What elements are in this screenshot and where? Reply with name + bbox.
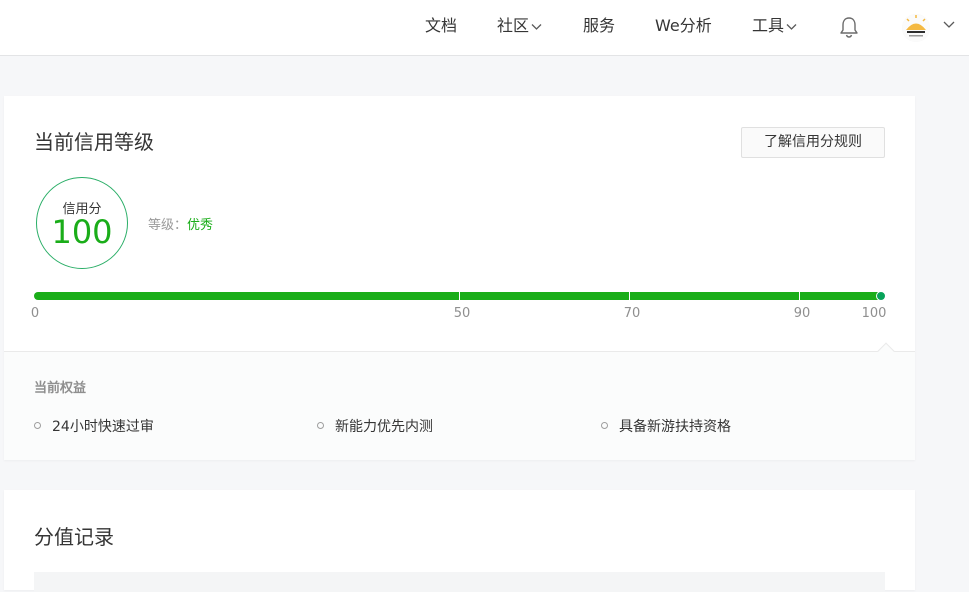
- circle-bullet-icon: [34, 422, 41, 429]
- progress-tick-0: 0: [30, 306, 40, 321]
- benefit-item: 24小时快速过审: [34, 418, 154, 436]
- credit-level-title: 当前信用等级: [34, 130, 154, 154]
- credit-score-value: 100: [51, 213, 113, 251]
- credit-rules-button[interactable]: 了解信用分规则: [741, 127, 885, 158]
- benefits-panel: 当前权益 24小时快速过审 新能力优先内测 具备新游扶持资格: [4, 342, 915, 460]
- nav-docs[interactable]: 文档: [425, 16, 457, 36]
- nav-community-label: 社区: [497, 16, 530, 35]
- credit-level-value: 优秀: [187, 218, 214, 233]
- circle-bullet-icon: [601, 422, 608, 429]
- avatar-image: [902, 14, 930, 42]
- progress-separator: [799, 292, 800, 300]
- nav-we-analytics-label: We分析: [655, 16, 712, 35]
- credit-level-card: 当前信用等级 了解信用分规则 信用分 100 等级：优秀 0 50 70 90 …: [4, 96, 915, 460]
- records-table-header: [34, 572, 885, 592]
- avatar[interactable]: [902, 14, 930, 42]
- credit-level-label: 等级：: [148, 218, 188, 233]
- nav-tools[interactable]: 工具: [752, 16, 797, 36]
- benefits-title: 当前权益: [34, 381, 87, 396]
- credit-score-circle: 信用分 100: [36, 177, 128, 269]
- nav-services-label: 服务: [583, 16, 616, 35]
- benefit-item: 具备新游扶持资格: [601, 418, 731, 436]
- benefits-pointer: [877, 342, 895, 360]
- benefit-item-label: 24小时快速过审: [52, 419, 154, 435]
- score-records-title: 分值记录: [34, 525, 114, 549]
- progress-knob: [876, 291, 886, 301]
- score-records-card: 分值记录: [4, 490, 915, 592]
- progress-tick-90: 90: [793, 306, 811, 321]
- nav-tools-label: 工具: [752, 16, 785, 35]
- chevron-down-icon[interactable]: [943, 20, 955, 29]
- nav-we-analytics[interactable]: We分析: [655, 16, 712, 36]
- benefit-item-label: 新能力优先内测: [335, 419, 433, 435]
- circle-bullet-icon: [317, 422, 324, 429]
- credit-progress-bar: [34, 291, 886, 301]
- progress-separator: [629, 292, 630, 300]
- chevron-down-icon: [531, 23, 542, 30]
- progress-tick-70: 70: [623, 306, 641, 321]
- progress-tick-50: 50: [453, 306, 471, 321]
- nav-services[interactable]: 服务: [583, 16, 615, 36]
- progress-separator: [459, 292, 460, 300]
- progress-tick-100: 100: [861, 306, 887, 321]
- top-nav-bar: 文档 社区 服务 We分析 工具: [0, 0, 969, 56]
- nav-community[interactable]: 社区: [497, 16, 542, 36]
- chevron-down-icon: [786, 23, 797, 30]
- credit-level: 等级：优秀: [148, 214, 213, 233]
- benefit-item: 新能力优先内测: [317, 418, 433, 436]
- benefit-item-label: 具备新游扶持资格: [619, 419, 731, 435]
- nav-docs-label: 文档: [425, 16, 458, 35]
- bell-icon[interactable]: [838, 15, 860, 39]
